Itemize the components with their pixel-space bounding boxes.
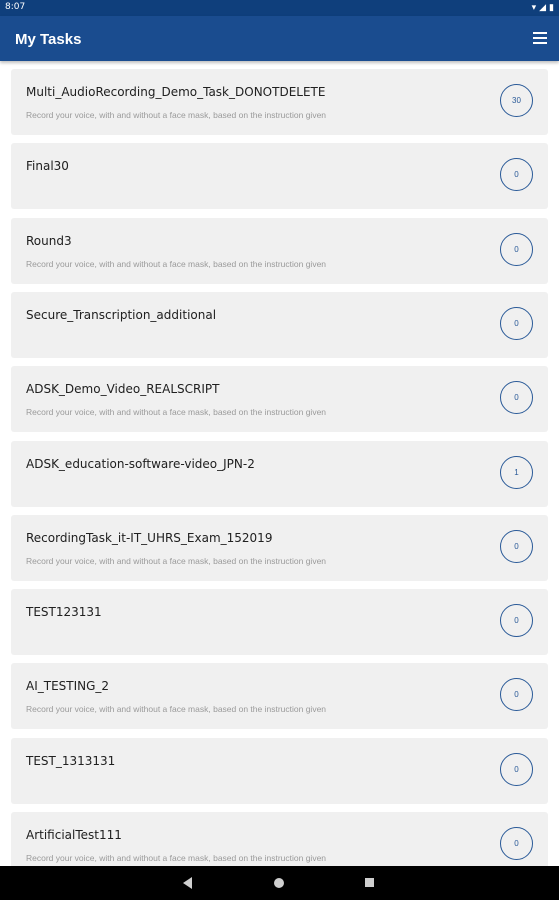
task-description: Record your voice, with and without a fa… [26, 110, 327, 120]
task-title: ADSK_Demo_Video_REALSCRIPT [26, 382, 220, 397]
task-title: ADSK_education-software-video_JPN-2 [26, 456, 255, 471]
task-card[interactable]: Round3 Record your voice, with and withou… [11, 217, 548, 284]
task-title: TEST123131 [26, 605, 102, 620]
task-count-badge: 0 [500, 381, 533, 415]
page-title: My Tasks [15, 31, 82, 48]
wifi-icon: ▾ [531, 2, 537, 12]
status-bar: 8:07 ▾ ◢ ▮ [0, 0, 559, 16]
task-count-badge: 0 [500, 232, 533, 266]
task-count-badge: 0 [500, 827, 533, 860]
task-list[interactable]: Multi_AudioRecording_Demo_Task_DONOTDELE… [0, 61, 559, 866]
task-count-badge: 0 [500, 306, 533, 340]
task-card[interactable]: RecordingTask_it-IT_UHRS_Exam_152019 Reco… [11, 514, 548, 581]
task-count-badge: 30 [500, 84, 533, 117]
task-count-badge: 0 [500, 604, 533, 638]
task-title: TEST_1313131 [26, 753, 116, 768]
task-description: Record your voice, with and without a fa… [26, 258, 327, 269]
task-count-badge: 0 [500, 678, 533, 712]
task-card[interactable]: TEST123131 0 [11, 589, 548, 656]
app-bar: My Tasks [0, 16, 559, 61]
task-title: ArtificialTest111 [26, 828, 122, 842]
task-card[interactable]: TEST_1313131 0 [11, 737, 548, 804]
task-count-badge: 0 [500, 158, 533, 192]
task-card[interactable]: Secure_Transcription_additional 0 [11, 291, 548, 358]
back-icon[interactable] [183, 877, 192, 889]
task-card[interactable]: ADSK_education-software-video_JPN-2 1 [11, 440, 548, 507]
signal-icon: ◢ [539, 2, 547, 12]
recents-icon[interactable] [365, 878, 374, 887]
task-description: Record your voice, with and without a fa… [26, 407, 327, 418]
battery-icon: ▮ [549, 2, 554, 12]
task-card[interactable]: AI_TESTING_2 Record your voice, with and … [11, 663, 548, 730]
task-title: Secure_Transcription_additional [26, 307, 217, 322]
task-card[interactable]: Final30 0 [11, 143, 548, 210]
task-description: Record your voice, with and without a fa… [26, 853, 327, 863]
task-title: AI_TESTING_2 [26, 679, 110, 694]
task-card[interactable]: ArtificialTest111 Record your voice, with… [11, 812, 548, 866]
task-title: Round3 [26, 233, 72, 248]
home-icon[interactable] [274, 878, 284, 888]
task-count-badge: 0 [500, 752, 533, 786]
navigation-bar [0, 866, 559, 900]
task-card[interactable]: Multi_AudioRecording_Demo_Task_DONOTDELE… [11, 69, 548, 135]
task-card[interactable]: ADSK_Demo_Video_REALSCRIPT Record your vo… [11, 366, 548, 433]
hamburger-menu-icon[interactable] [533, 32, 547, 44]
status-time: 8:07 [5, 2, 26, 12]
task-title: Final30 [26, 159, 69, 174]
task-description: Record your voice, with and without a fa… [26, 555, 327, 566]
status-icons: ▾ ◢ ▮ [532, 2, 554, 12]
task-title: RecordingTask_it-IT_UHRS_Exam_152019 [26, 530, 273, 545]
task-title: Multi_AudioRecording_Demo_Task_DONOTDELE… [26, 85, 326, 99]
task-count-badge: 1 [500, 455, 533, 489]
task-count-badge: 0 [500, 529, 533, 563]
task-description: Record your voice, with and without a fa… [26, 704, 327, 715]
